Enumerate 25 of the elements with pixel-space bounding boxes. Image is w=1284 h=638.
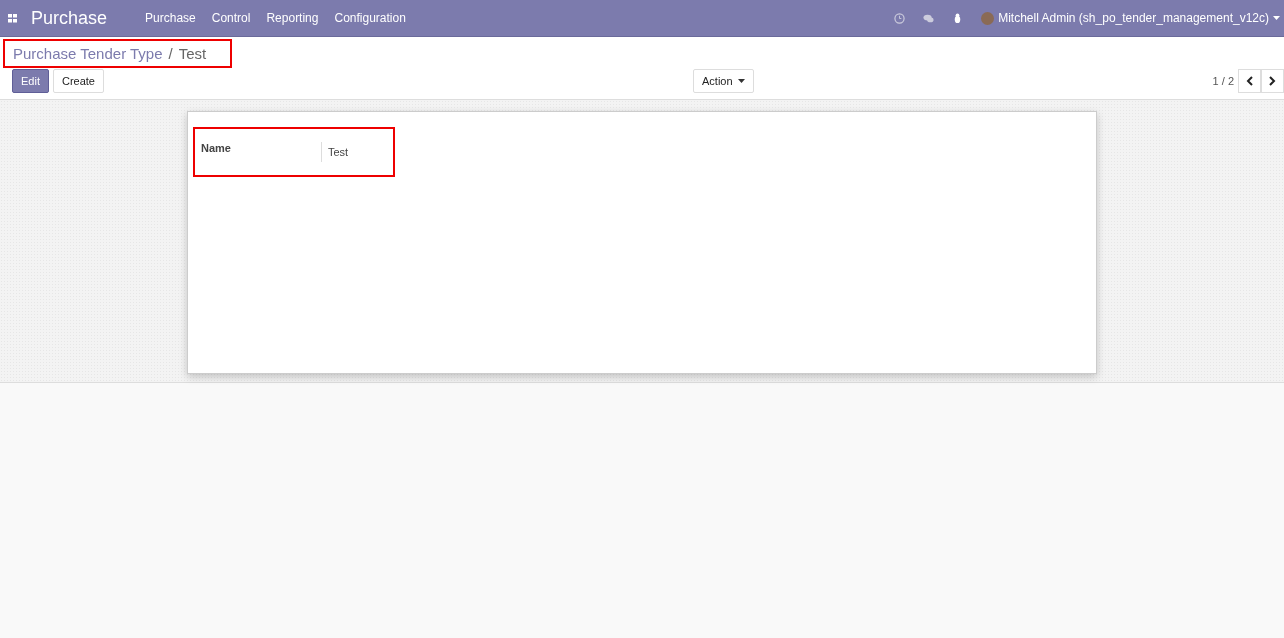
clock-icon[interactable] [894, 12, 906, 24]
field-label: Name [200, 142, 232, 154]
apps-menu-icon[interactable] [8, 13, 18, 23]
edit-button[interactable]: Edit [12, 69, 49, 93]
menu-item[interactable]: Reporting [266, 11, 319, 25]
action-dropdown[interactable]: Action [693, 69, 754, 93]
field-value: Test [321, 142, 349, 162]
menu-item[interactable]: Configuration [334, 11, 406, 25]
menu-item[interactable]: Control [211, 11, 251, 25]
breadcrumb-separator: / [168, 45, 173, 62]
avatar [981, 11, 995, 25]
chevron-right-icon [1269, 76, 1276, 86]
chat-icon[interactable] [923, 12, 935, 24]
chevron-left-icon [1246, 76, 1253, 86]
breadcrumb-current: Test [178, 45, 207, 62]
user-menu[interactable]: Mitchell Admin (sh_po_tender_management_v12c) [981, 11, 1280, 25]
breadcrumb-link[interactable]: Purchase Tender Type [13, 45, 163, 62]
app-title: Purchase [31, 7, 108, 29]
caret-icon [1273, 16, 1280, 20]
next-button[interactable] [1261, 69, 1284, 93]
previous-button[interactable] [1238, 69, 1261, 93]
pager-counter: 1 / 2 [1212, 75, 1234, 87]
menu-item[interactable]: Purchase [145, 11, 196, 25]
create-button[interactable]: Create [52, 69, 104, 93]
caret-icon [737, 79, 745, 83]
